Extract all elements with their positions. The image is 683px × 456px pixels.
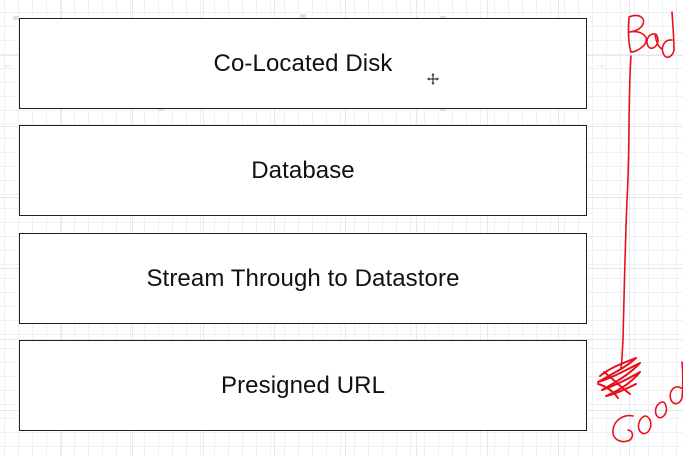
annotation-good-text bbox=[612, 361, 683, 443]
handwritten-annotation bbox=[597, 11, 683, 443]
annotation-scribble-mark bbox=[597, 357, 641, 399]
annotation-bad-text bbox=[627, 11, 675, 58]
diagram-canvas[interactable]: ← → Co-Located Disk Database Stream Thro… bbox=[0, 0, 683, 456]
annotation-scale-line bbox=[620, 55, 632, 369]
